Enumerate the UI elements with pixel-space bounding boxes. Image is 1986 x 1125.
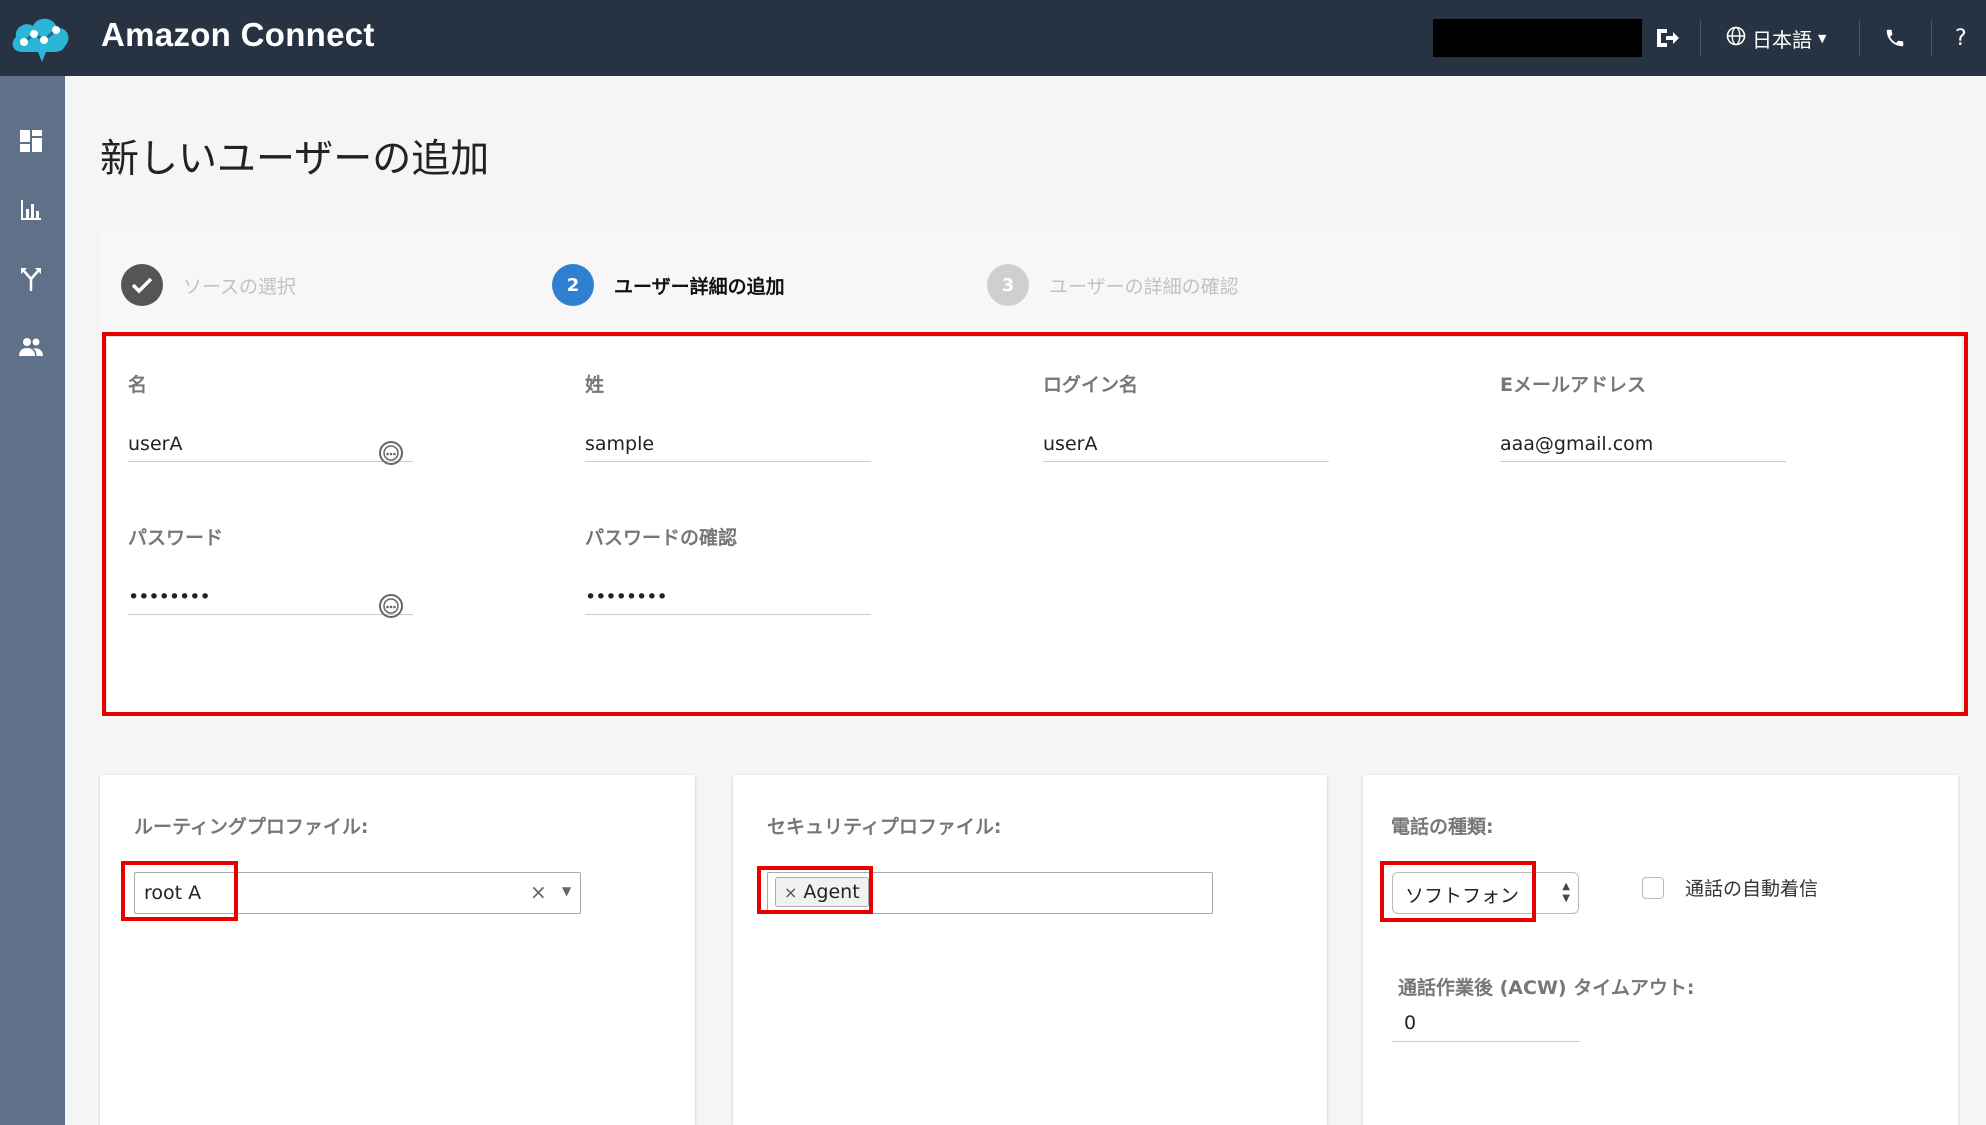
users-icon[interactable] bbox=[16, 332, 46, 362]
sidebar bbox=[0, 76, 65, 1125]
auto-accept-label: 通話の自動着信 bbox=[1685, 878, 1819, 900]
first-name-label: 名 bbox=[128, 374, 148, 396]
acw-timeout-field[interactable]: 0 bbox=[1392, 1008, 1580, 1042]
step-label: ソースの選択 bbox=[183, 275, 297, 298]
login-name-label: ログイン名 bbox=[1043, 374, 1139, 396]
clear-icon[interactable]: × bbox=[530, 880, 547, 904]
wizard-step-details[interactable]: 2 ユーザー詳細の追加 bbox=[552, 264, 785, 306]
password-confirm-field[interactable]: •••••••• bbox=[585, 583, 871, 615]
password-confirm-label: パスワードの確認 bbox=[585, 527, 738, 549]
remove-tag-icon[interactable]: × bbox=[784, 883, 797, 902]
email-field[interactable]: aaa@gmail.com bbox=[1500, 430, 1786, 462]
globe-icon bbox=[1726, 26, 1746, 51]
routing-profile-value: root A bbox=[144, 882, 202, 904]
checkmark-icon bbox=[121, 264, 163, 306]
phone-type-select[interactable]: ソフトフォン ▲ ▼ bbox=[1392, 872, 1579, 914]
phone-icon[interactable] bbox=[1884, 20, 1912, 56]
login-name-field[interactable]: userA bbox=[1043, 430, 1329, 462]
security-profile-tag: × Agent bbox=[775, 877, 869, 907]
amazon-connect-logo-icon[interactable] bbox=[8, 8, 74, 68]
autofill-key-icon[interactable] bbox=[378, 440, 404, 466]
language-selector[interactable]: 日本語 ▼ bbox=[1726, 20, 1826, 56]
user-details-form bbox=[106, 336, 1963, 713]
autofill-key-icon[interactable] bbox=[378, 593, 404, 619]
brand-title: Amazon Connect bbox=[101, 16, 375, 53]
chevron-down-icon[interactable]: ▼ bbox=[562, 884, 571, 898]
phone-type-label: 電話の種類: bbox=[1391, 816, 1494, 838]
header-divider bbox=[1931, 20, 1932, 56]
last-name-field[interactable]: sample bbox=[585, 430, 871, 462]
first-name-field[interactable]: userA bbox=[128, 430, 413, 462]
account-name-redacted bbox=[1433, 19, 1642, 57]
routing-icon[interactable] bbox=[16, 264, 46, 294]
metrics-chart-icon[interactable] bbox=[16, 195, 46, 225]
step-label: ユーザーの詳細の確認 bbox=[1049, 275, 1239, 298]
tag-label: Agent bbox=[803, 881, 860, 903]
wizard-step-review[interactable]: 3 ユーザーの詳細の確認 bbox=[987, 264, 1239, 306]
step-number: 3 bbox=[987, 264, 1029, 306]
email-label: Eメールアドレス bbox=[1500, 374, 1646, 396]
security-profile-label: セキュリティプロファイル: bbox=[767, 816, 1002, 838]
acw-timeout-label: 通話作業後 (ACW) タイムアウト: bbox=[1398, 977, 1695, 999]
password-label: パスワード bbox=[128, 527, 224, 549]
password-field[interactable]: •••••••• bbox=[128, 583, 413, 615]
header-divider bbox=[1700, 20, 1701, 56]
phone-type-value: ソフトフォン bbox=[1405, 885, 1520, 907]
step-number: 2 bbox=[552, 264, 594, 306]
header-divider bbox=[1859, 20, 1860, 56]
step-label: ユーザー詳細の追加 bbox=[614, 275, 785, 298]
language-label: 日本語 bbox=[1752, 27, 1812, 52]
select-arrows-icon: ▲ ▼ bbox=[1562, 881, 1570, 904]
help-button[interactable]: ? bbox=[1955, 20, 1967, 56]
logout-icon[interactable] bbox=[1654, 20, 1684, 56]
chevron-down-icon: ▼ bbox=[1818, 31, 1827, 45]
last-name-label: 姓 bbox=[585, 374, 605, 396]
routing-profile-label: ルーティングプロファイル: bbox=[134, 816, 369, 838]
wizard-step-source[interactable]: ソースの選択 bbox=[121, 264, 296, 306]
auto-accept-checkbox[interactable] bbox=[1642, 877, 1664, 899]
dashboard-icon[interactable] bbox=[16, 126, 46, 156]
page-title: 新しいユーザーの追加 bbox=[100, 137, 490, 182]
top-bar: Amazon Connect 日本語 ▼ ? bbox=[0, 0, 1986, 76]
